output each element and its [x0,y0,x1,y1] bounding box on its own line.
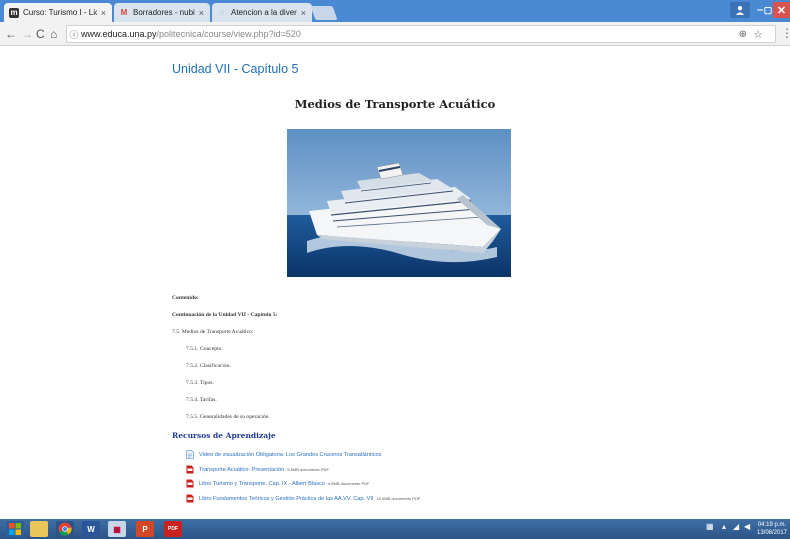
clock-date: 13/08/2017 [756,530,788,536]
tab-atencion-diversidad[interactable]: ◌ Atencion a la diversidad × [212,3,312,22]
gmail-icon: M [120,8,128,17]
tab-label: Borradores - nubia@po [133,8,195,17]
resource-link-video[interactable]: Video de visualización Obligatoria: Los … [186,450,381,459]
chrome-icon[interactable] [56,521,74,537]
contents-subitem: 7.5.3. Tipos. [186,380,214,386]
forward-icon[interactable]: → [21,26,33,42]
chapter-heading: Unidad VII - Capítulo 5 [172,62,299,76]
back-icon[interactable]: ← [5,26,17,42]
page-content: Unidad VII - Capítulo 5 Medios de Transp… [0,47,790,519]
system-clock[interactable]: 04:19 p.m. 13/08/2017 [756,521,788,537]
resource-meta: 4.9MB documento PDF [327,481,370,486]
paint-icon[interactable]: ▦ [108,521,126,537]
clock-time: 04:19 p.m. [757,522,787,528]
loading-icon: ◌ [219,8,225,17]
word-icon[interactable]: W [82,521,100,537]
resource-label[interactable]: Libro Turismo y Transporte. Cap. IX - Al… [199,481,325,487]
resources-heading: Recursos de Aprendizaje [172,431,276,440]
menu-icon[interactable]: ⋮ [781,26,790,40]
address-bar[interactable]: ⓘ www.educa.una.py /politecnica/course/v… [66,25,776,43]
start-button[interactable] [6,521,24,537]
contents-subheading: Continuación de la Unidad VII - Capítulo… [172,312,278,318]
cruise-ship-image [287,129,511,277]
resource-link-presentacion[interactable]: Transporte Acuático: Presentación 5.5MB … [186,465,329,474]
window-close-icon[interactable]: ✕ [773,2,790,18]
browser-titlebar: m Curso: Turismo I - Lic. en × M Borrado… [0,0,790,22]
reload-icon[interactable]: C [36,26,45,42]
tab-label: Atencion a la diversidad [231,8,297,17]
resource-label[interactable]: Transporte Acuático: Presentación [199,467,284,473]
tab-curso-turismo[interactable]: m Curso: Turismo I - Lic. en × [4,3,112,22]
browser-toolbar: ← → C ⌂ ⓘ www.educa.una.py /politecnica/… [0,22,790,46]
file-explorer-icon[interactable] [30,521,48,537]
resource-link-libro-blasco[interactable]: Libro Turismo y Transporte. Cap. IX - Al… [186,479,370,488]
page-title: Medios de Transporte Acuático [294,97,496,111]
tab-label: Curso: Turismo I - Lic. en [23,8,97,17]
pdf-icon [186,494,194,503]
close-icon[interactable]: × [101,8,106,18]
volume-icon[interactable]: ◀ [744,522,750,531]
resource-label[interactable]: Video de visualización Obligatoria: Los … [199,452,381,458]
new-tab-button[interactable] [310,6,338,20]
close-icon[interactable]: × [199,8,204,18]
pdf-icon [186,465,194,474]
powerpoint-icon[interactable]: P [136,521,154,537]
close-icon[interactable]: × [301,8,306,18]
url-host: www.educa.una.py [81,29,157,39]
resource-link-libro-fundamentos[interactable]: Libro Fundamentos Teóricos y Gestión Prá… [186,494,420,503]
moodle-icon: m [9,7,19,18]
user-icon[interactable] [730,2,750,18]
info-icon[interactable]: ⓘ [67,28,81,41]
contents-subitem: 7.5.4. Tarifas. [186,397,217,403]
contents-main-item: 7.5. Medios de Transporte Acuático: [172,329,254,335]
keyboard-icon[interactable]: ▦ [706,522,714,531]
contents-heading: Contenido: [172,295,199,301]
contents-subitem: 7.5.5. Generalidades de su operación. [186,414,270,420]
windows-taskbar: W ▦ P PDF ▦ ▴ ◢ ◀ 04:19 p.m. 13/08/2017 [0,519,790,539]
home-icon[interactable]: ⌂ [50,26,57,42]
resource-meta: 16.4MB documento PDF [376,496,421,501]
resource-label[interactable]: Libro Fundamentos Teóricos y Gestión Prá… [199,496,373,502]
url-path: /politecnica/course/view.php?id=520 [156,29,301,39]
page-icon [186,450,194,459]
resource-meta: 5.5MB documento PDF [287,467,329,472]
contents-subitem: 7.5.1. Concepto. [186,346,223,352]
zoom-icon[interactable]: ⊕ [739,26,747,44]
contents-subitem: 7.5.2. Clasificación. [186,363,231,369]
network-icon[interactable]: ◢ [733,522,739,531]
maximize-icon[interactable]: ▢ [763,2,773,18]
pdf-icon [186,479,194,488]
tray-arrow-icon[interactable]: ▴ [722,522,726,531]
bookmark-star-icon[interactable]: ☆ [753,26,763,44]
pdf-reader-icon[interactable]: PDF [164,521,182,537]
tab-borradores[interactable]: M Borradores - nubia@po × [114,3,210,22]
